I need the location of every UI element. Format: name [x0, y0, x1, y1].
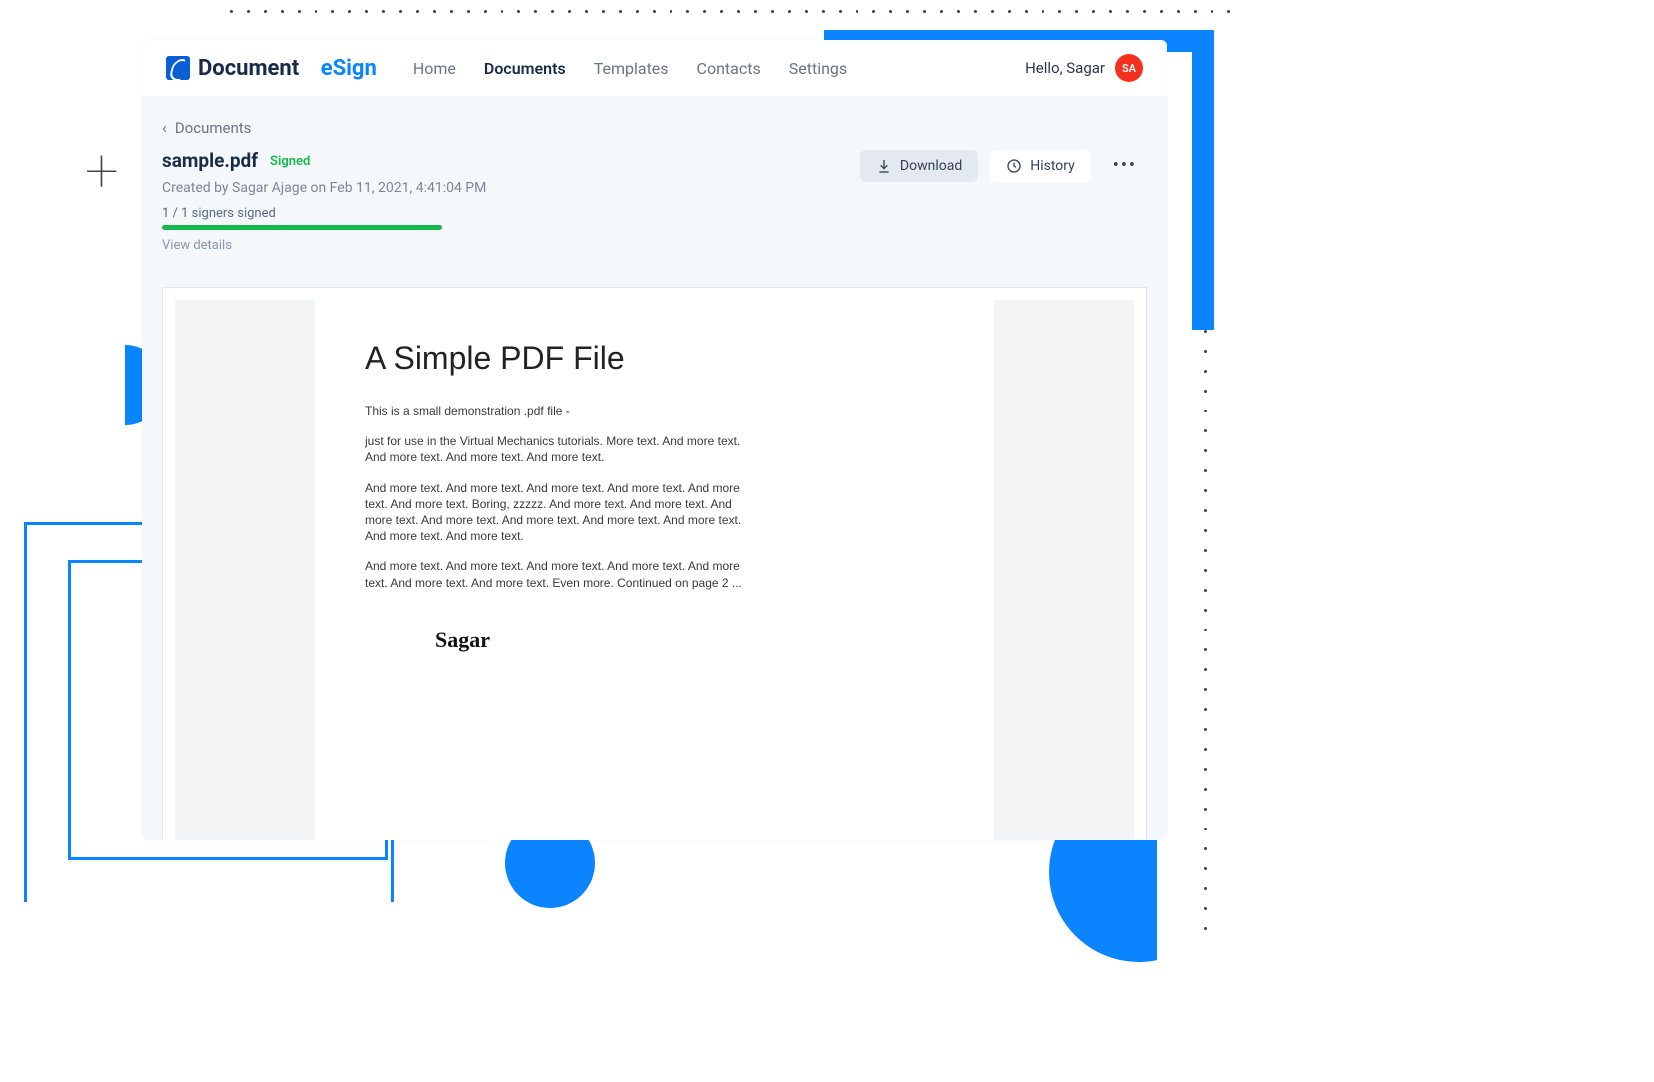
download-button[interactable]: Download: [860, 150, 978, 182]
chevron-left-icon: ‹: [162, 118, 167, 137]
user-greeting: Hello, Sagar: [1025, 59, 1105, 77]
page-main: A Simple PDF File This is a small demons…: [315, 300, 994, 840]
signers-line: 1 / 1 signers signed: [162, 206, 486, 221]
nav-home[interactable]: Home: [413, 59, 456, 78]
document-header: sample.pdf Signed Created by Sagar Ajage…: [142, 149, 1167, 259]
history-button[interactable]: History: [990, 150, 1091, 182]
signature-text: Sagar: [435, 627, 944, 653]
decorative-dots-right: [1204, 310, 1214, 930]
brand-name: Document: [198, 56, 299, 81]
nav-templates[interactable]: Templates: [594, 59, 669, 78]
app-window: Document eSign Home Documents Templates …: [142, 40, 1167, 840]
brand-accent: eSign: [321, 56, 377, 81]
history-label: History: [1030, 158, 1075, 174]
page-margin-left: [175, 300, 315, 840]
brand-logo-icon: [166, 56, 190, 80]
document-actions: Download History •••: [860, 149, 1147, 182]
nav-settings[interactable]: Settings: [789, 59, 847, 78]
nav-documents[interactable]: Documents: [484, 59, 566, 78]
pdf-paragraph: just for use in the Virtual Mechanics tu…: [365, 433, 745, 465]
history-icon: [1006, 158, 1022, 174]
user-menu[interactable]: Hello, Sagar SA: [1025, 54, 1143, 82]
document-filename: sample.pdf: [162, 149, 258, 172]
content-area: ‹ Documents sample.pdf Signed Created by…: [142, 96, 1167, 840]
pdf-title: A Simple PDF File: [365, 340, 944, 377]
breadcrumb[interactable]: ‹ Documents: [142, 112, 1167, 149]
pdf-paragraph: And more text. And more text. And more t…: [365, 558, 745, 590]
nav-contacts[interactable]: Contacts: [697, 59, 761, 78]
download-label: Download: [900, 158, 962, 174]
breadcrumb-label: Documents: [175, 119, 252, 137]
main-nav: Home Documents Templates Contacts Settin…: [413, 59, 847, 78]
status-badge: Signed: [270, 154, 310, 169]
decorative-plus-icon: +: [85, 135, 119, 206]
page-canvas: A Simple PDF File This is a small demons…: [175, 300, 1134, 840]
pdf-paragraph: And more text. And more text. And more t…: [365, 480, 745, 545]
signers-progress-bar: [162, 225, 442, 230]
document-meta: sample.pdf Signed Created by Sagar Ajage…: [162, 149, 486, 253]
view-details-link[interactable]: View details: [162, 238, 486, 253]
document-preview: A Simple PDF File This is a small demons…: [162, 287, 1147, 840]
topbar: Document eSign Home Documents Templates …: [142, 40, 1167, 96]
avatar[interactable]: SA: [1115, 54, 1143, 82]
brand-logo[interactable]: Document eSign: [166, 56, 377, 81]
pdf-paragraph: This is a small demonstration .pdf file …: [365, 403, 745, 419]
download-icon: [876, 158, 892, 174]
decorative-dots-top: [230, 10, 1230, 20]
page-margin-right: [994, 300, 1134, 840]
more-actions-button[interactable]: •••: [1103, 149, 1147, 182]
created-by-text: Created by Sagar Ajage on Feb 11, 2021, …: [162, 180, 486, 196]
